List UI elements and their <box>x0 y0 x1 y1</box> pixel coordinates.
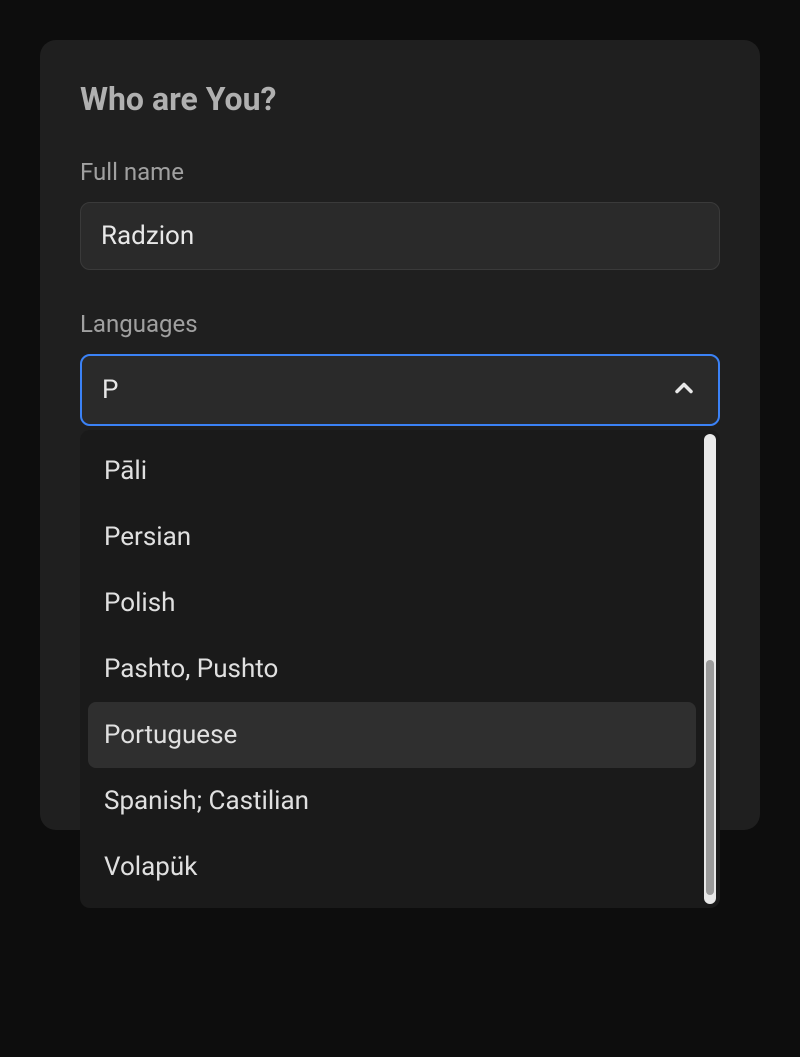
languages-search-input[interactable] <box>102 375 670 405</box>
languages-label: Languages <box>80 310 720 338</box>
fullname-field-group: Full name <box>80 158 720 270</box>
fullname-input[interactable] <box>80 202 720 270</box>
language-option[interactable]: Volapük <box>80 834 704 900</box>
language-option[interactable]: Persian <box>80 504 704 570</box>
languages-field-group: Languages Pāli Persian Polish Pashto, Pu… <box>80 310 720 426</box>
dropdown-scrollbar[interactable] <box>704 434 716 904</box>
profile-card: Who are You? Full name Languages Pāli Pe… <box>40 40 760 830</box>
languages-combobox: Pāli Persian Polish Pashto, Pushto Portu… <box>80 354 720 426</box>
language-option[interactable]: Pashto, Pushto <box>80 636 704 702</box>
language-option[interactable]: Polish <box>80 570 704 636</box>
languages-dropdown-list: Pāli Persian Polish Pashto, Pushto Portu… <box>80 430 704 908</box>
languages-dropdown: Pāli Persian Polish Pashto, Pushto Portu… <box>80 430 720 908</box>
language-option[interactable]: Spanish; Castilian <box>80 768 704 834</box>
fullname-label: Full name <box>80 158 720 186</box>
language-option[interactable]: Pāli <box>80 438 704 504</box>
languages-input-row[interactable] <box>80 354 720 426</box>
language-option[interactable]: Portuguese <box>88 702 696 768</box>
dropdown-scrollbar-thumb[interactable] <box>706 660 714 895</box>
card-title: Who are You? <box>80 80 720 118</box>
chevron-up-icon[interactable] <box>670 374 698 406</box>
